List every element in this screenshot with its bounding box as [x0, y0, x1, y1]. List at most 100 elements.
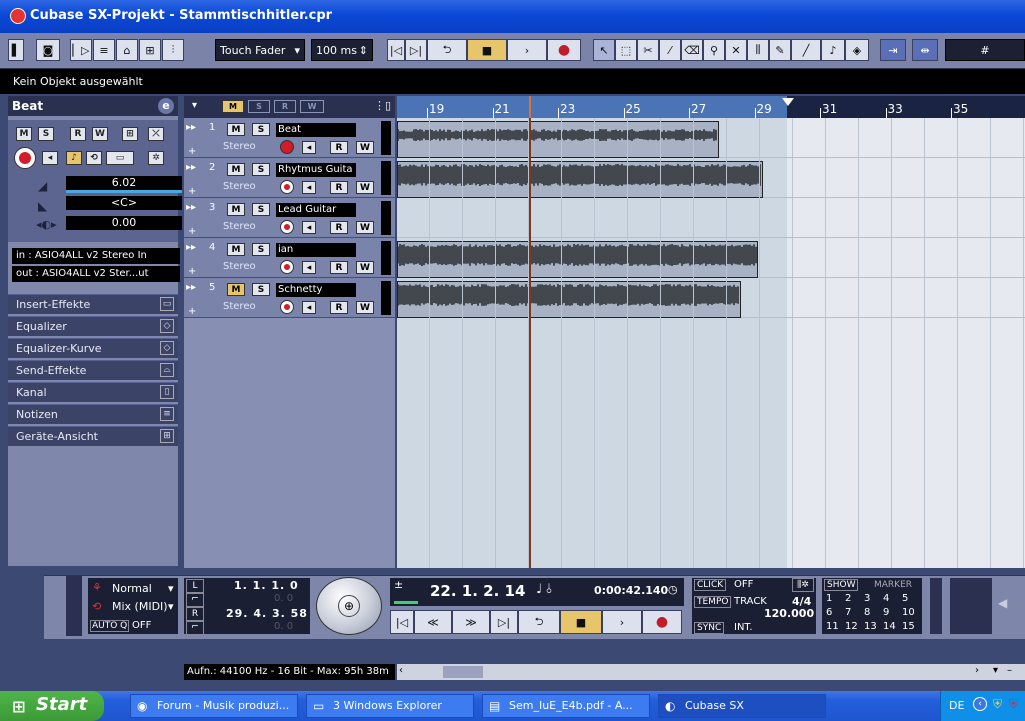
project-cursor[interactable]: [529, 118, 531, 568]
marker-button[interactable]: 10: [902, 607, 915, 618]
cycle-record-mode-select[interactable]: Mix (MIDI): [112, 600, 168, 613]
inspector-section-notes[interactable]: Notizen ≡: [8, 404, 178, 424]
track-record-enable-button[interactable]: [280, 220, 294, 234]
track-solo-button[interactable]: S: [252, 203, 270, 216]
track-expand-icon[interactable]: ▸▸: [186, 122, 196, 133]
left-locator-value[interactable]: 1. 1. 1. 0: [234, 579, 299, 592]
inspector-read-button[interactable]: R: [70, 127, 86, 141]
track-row[interactable]: ▸▸ 3 + M S Lead Guitar Stereo ◂ R W: [184, 198, 395, 238]
zoom-menu-icon[interactable]: ▾: [993, 665, 998, 676]
track-row[interactable]: ▸▸ 5 + M S Schnetty Stereo ◂ R W: [184, 278, 395, 318]
global-mute-indicator[interactable]: M: [222, 100, 244, 113]
track-lane[interactable]: [397, 278, 1025, 318]
track-name-field[interactable]: Rhytmus Guita: [276, 163, 356, 177]
marker-button[interactable]: 3: [864, 593, 870, 604]
track-lane[interactable]: [397, 158, 1025, 198]
track-monitor-icon[interactable]: ◂: [302, 141, 316, 154]
master-fader-icon[interactable]: ◀: [998, 596, 1007, 610]
marker-button[interactable]: 11: [826, 621, 839, 632]
track-monitor-icon[interactable]: ◂: [302, 181, 316, 194]
track-write-button[interactable]: W: [356, 301, 374, 314]
pool-icon[interactable]: ⌂: [116, 39, 138, 61]
zoom-out-icon[interactable]: –: [1007, 665, 1012, 676]
track-name-field[interactable]: Lead Guitar: [276, 203, 356, 217]
transport-play-button[interactable]: ›: [602, 610, 642, 634]
track-row[interactable]: ▸▸ 4 + M Sian Stereo ◂ R W: [184, 238, 395, 278]
show-markers-button[interactable]: SHOW: [824, 579, 859, 591]
audio-event[interactable]: [397, 161, 763, 198]
track-monitor-icon[interactable]: ◂: [302, 221, 316, 234]
inspector-section-equalizer[interactable]: Equalizer ◇: [8, 316, 178, 336]
track-record-enable-button[interactable]: [280, 180, 294, 194]
autoquant-time-select[interactable]: 100 ms ⇕: [311, 39, 373, 61]
taskbar-item-cubase[interactable]: ◐ Cubase SX: [658, 694, 826, 718]
left-locator-label[interactable]: L: [186, 579, 204, 593]
mute-tool-icon[interactable]: ✕: [725, 39, 747, 61]
marker-button[interactable]: 5: [902, 593, 908, 604]
inspector-section-send-effects[interactable]: Send-Effekte ⌓: [8, 360, 178, 380]
track-write-button[interactable]: W: [356, 261, 374, 274]
marker-button[interactable]: 8: [864, 607, 870, 618]
inspector-lanes-button[interactable]: ▭: [106, 151, 134, 165]
cycle-button[interactable]: ⮌: [427, 39, 467, 61]
input-routing-select[interactable]: in : ASIO4ALL v2 Stereo In: [12, 248, 180, 264]
marker-button[interactable]: 2: [845, 593, 851, 604]
zoom-tool-icon[interactable]: ⚲: [703, 39, 725, 61]
position-time-value[interactable]: 0:00:42.140: [594, 584, 668, 597]
track-mute-button[interactable]: M: [227, 203, 245, 216]
erase-tool-icon[interactable]: ⌫: [681, 39, 703, 61]
record-button[interactable]: ●: [547, 39, 581, 61]
global-write-indicator[interactable]: W: [300, 100, 324, 113]
object-select-tool-icon[interactable]: ↖: [593, 39, 615, 61]
mixer-icon[interactable]: ⊞: [139, 39, 161, 61]
tray-arrow-icon[interactable]: ‹: [973, 697, 987, 711]
track-name-field[interactable]: ian: [276, 243, 356, 257]
track-monitor-icon[interactable]: ◂: [302, 261, 316, 274]
time-warp-tool-icon[interactable]: ⫼: [747, 39, 769, 61]
track-controls-settings-icon[interactable]: ⋮▯: [374, 99, 391, 112]
glue-tool-icon[interactable]: ⁄: [659, 39, 681, 61]
tempo-mode-value[interactable]: TRACK: [734, 596, 767, 607]
delay-value[interactable]: 0.00: [66, 216, 182, 230]
marker-button[interactable]: 15: [902, 621, 915, 632]
inspector-freeze-button[interactable]: ✲: [148, 151, 164, 165]
scroll-right-icon[interactable]: ›: [975, 665, 979, 676]
position-bars-value[interactable]: 22. 1. 2. 14: [430, 582, 525, 600]
edit-channel-icon[interactable]: e: [158, 98, 174, 114]
transport-goto-end-button[interactable]: ▷|: [490, 610, 518, 634]
track-record-enable-button[interactable]: [280, 140, 294, 154]
transport-rewind-start-button[interactable]: |◁: [390, 610, 414, 634]
scroll-left-icon[interactable]: ‹: [399, 665, 403, 676]
track-mute-button[interactable]: M: [227, 283, 245, 296]
track-name-field[interactable]: Beat: [276, 123, 356, 137]
inspector-section-equalizer-curve[interactable]: Equalizer-Kurve ◇: [8, 338, 178, 358]
automation-mode-select[interactable]: Touch Fader ▾: [215, 39, 305, 61]
sync-value[interactable]: INT.: [734, 622, 753, 633]
timeline-ruler[interactable]: 19 21 23 25 27 29 31 33 35: [397, 96, 1025, 118]
autoquant-value[interactable]: OFF: [132, 620, 151, 631]
settings-fader-icon[interactable]: ⫶: [162, 39, 184, 61]
inspector-write-button[interactable]: W: [92, 127, 108, 141]
range-select-tool-icon[interactable]: ⬚: [615, 39, 637, 61]
track-lane[interactable]: [397, 198, 1025, 238]
global-solo-indicator[interactable]: S: [248, 100, 270, 113]
track-read-button[interactable]: R: [330, 261, 348, 274]
goto-start-button[interactable]: |◁: [387, 39, 405, 61]
color-tool-icon[interactable]: ◈: [845, 39, 869, 61]
punch-out-icon[interactable]: ⌐: [186, 621, 204, 635]
snap-button[interactable]: ⇥: [880, 39, 906, 61]
precount-icon[interactable]: ⫼✲: [792, 578, 814, 592]
inspector-lock-button[interactable]: ♪: [66, 151, 82, 165]
track-lane[interactable]: [397, 238, 1025, 278]
track-record-enable-button[interactable]: [280, 260, 294, 274]
track-read-button[interactable]: R: [330, 181, 348, 194]
inspector-solo-button[interactable]: S: [38, 127, 54, 141]
track-list-menu-icon[interactable]: ▾: [192, 100, 197, 111]
language-indicator[interactable]: DE: [949, 699, 964, 712]
click-label[interactable]: CLICK: [694, 579, 727, 591]
goto-end-button[interactable]: ▷|: [405, 39, 427, 61]
transport-cycle-button[interactable]: ⮌: [518, 610, 560, 634]
global-read-indicator[interactable]: R: [274, 100, 296, 113]
inspector-track-name[interactable]: Beat: [12, 99, 43, 113]
inspector-edit-button[interactable]: ⊞: [122, 127, 138, 141]
